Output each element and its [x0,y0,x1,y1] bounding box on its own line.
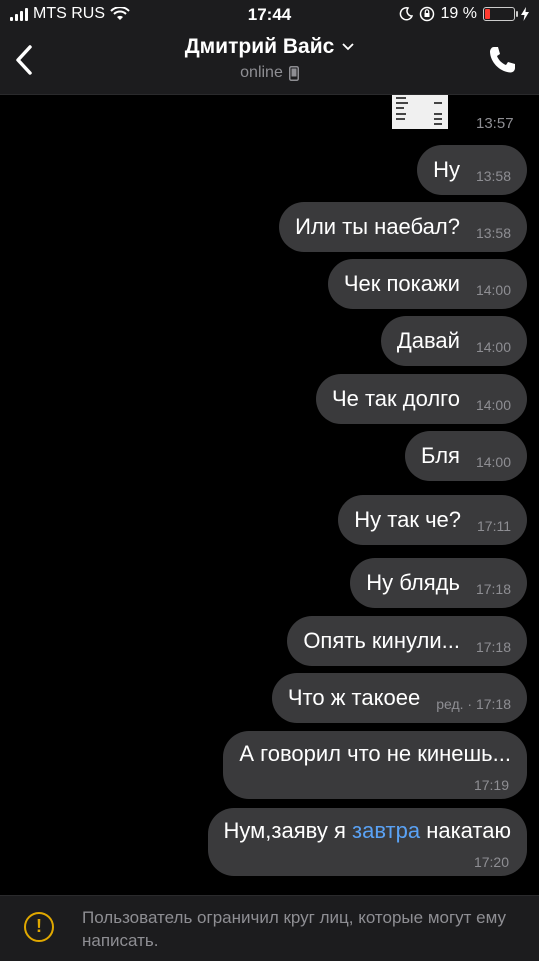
message-bubble[interactable]: Ну так че? 17:11 [338,495,527,545]
message-bubble[interactable]: Чек покажи 14:00 [327,259,527,309]
message-time: 17:20 [473,854,509,870]
message-bubble[interactable]: А говорил что не кинешь... 17:19 [223,731,527,799]
message-bubble[interactable]: Давай 14:00 [380,316,527,366]
contact-status: online [240,64,299,82]
message-text-part: накатаю [420,818,511,843]
message-bubble[interactable]: Ну 13:58 [417,145,527,195]
contact-name: Дмитрий Вайс [184,35,335,58]
message-time: ред. · 17:18 [436,696,511,712]
message-text: Ну блядь [366,570,460,595]
message-text: Че так долго [331,386,460,411]
message-text-part: Нум,заяву я [223,818,352,843]
message-time: 14:00 [475,282,511,298]
photo-thumbnail[interactable] [392,95,448,129]
message-link[interactable]: завтра [352,818,420,843]
status-bar: MTS RUS 17:44 19 % [0,0,539,30]
message-text: Или ты наебал? [295,214,460,239]
message-time: 14:00 [475,339,511,355]
warning-icon: ! [24,912,54,942]
message-text: А говорил что не кинешь... [239,741,511,766]
message-text: Нум,заяву я завтра накатаю [224,818,511,844]
message-list[interactable]: 13:57 Ну 13:58 Или ты наебал? 13:58 Чек … [0,95,539,895]
receipt-image-icon [392,95,448,129]
chevron-down-icon [342,43,354,51]
status-right: 19 % [399,5,529,23]
message-time: 17:18 [475,581,511,597]
photo-time: 13:57 [476,115,514,132]
message-bubble[interactable]: Опять кинули... 17:18 [287,616,527,666]
battery-icon [483,7,518,21]
message-text: Ну [433,157,460,182]
message-text: Бля [421,443,460,468]
message-text: Опять кинули... [303,628,460,653]
restriction-banner: ! Пользователь ограничил круг лиц, котор… [0,895,539,961]
message-time: 13:58 [475,225,511,241]
charging-icon [521,7,529,21]
battery-percent: 19 % [440,5,477,22]
message-bubble[interactable]: Или ты наебал? 13:58 [279,202,527,252]
message-bubble[interactable]: Ну блядь 17:18 [350,558,527,608]
message-bubble[interactable]: Что ж такоее ред. · 17:18 [271,673,527,723]
orientation-lock-icon [419,6,434,22]
phone-icon[interactable] [487,44,519,76]
message-text: Давай [396,328,460,353]
message-text: Чек покажи [343,271,460,296]
mobile-device-icon [288,65,299,81]
message-time: 17:11 [477,518,511,534]
message-bubble[interactable]: Че так долго 14:00 [315,374,527,424]
message-text: Что ж такоее [287,685,421,710]
contact-name-button[interactable]: Дмитрий Вайс [185,35,355,59]
restriction-text: Пользователь ограничил круг лиц, которые… [82,908,507,950]
message-text: Ну так че? [354,507,461,532]
title-block: Дмитрий Вайс online [0,35,539,82]
message-time: 17:19 [473,777,509,793]
message-time: 14:00 [475,454,511,470]
battery-level [485,9,490,19]
message-time: 13:58 [475,168,511,184]
message-time: 17:18 [475,639,511,655]
moon-icon [399,7,413,21]
status-text: online [240,64,283,81]
chat-header: Дмитрий Вайс online [0,30,539,95]
message-bubble[interactable]: Бля 14:00 [405,431,527,481]
message-bubble[interactable]: Нум,заяву я завтра накатаю 17:20 [207,808,527,876]
message-time: 14:00 [475,397,511,413]
